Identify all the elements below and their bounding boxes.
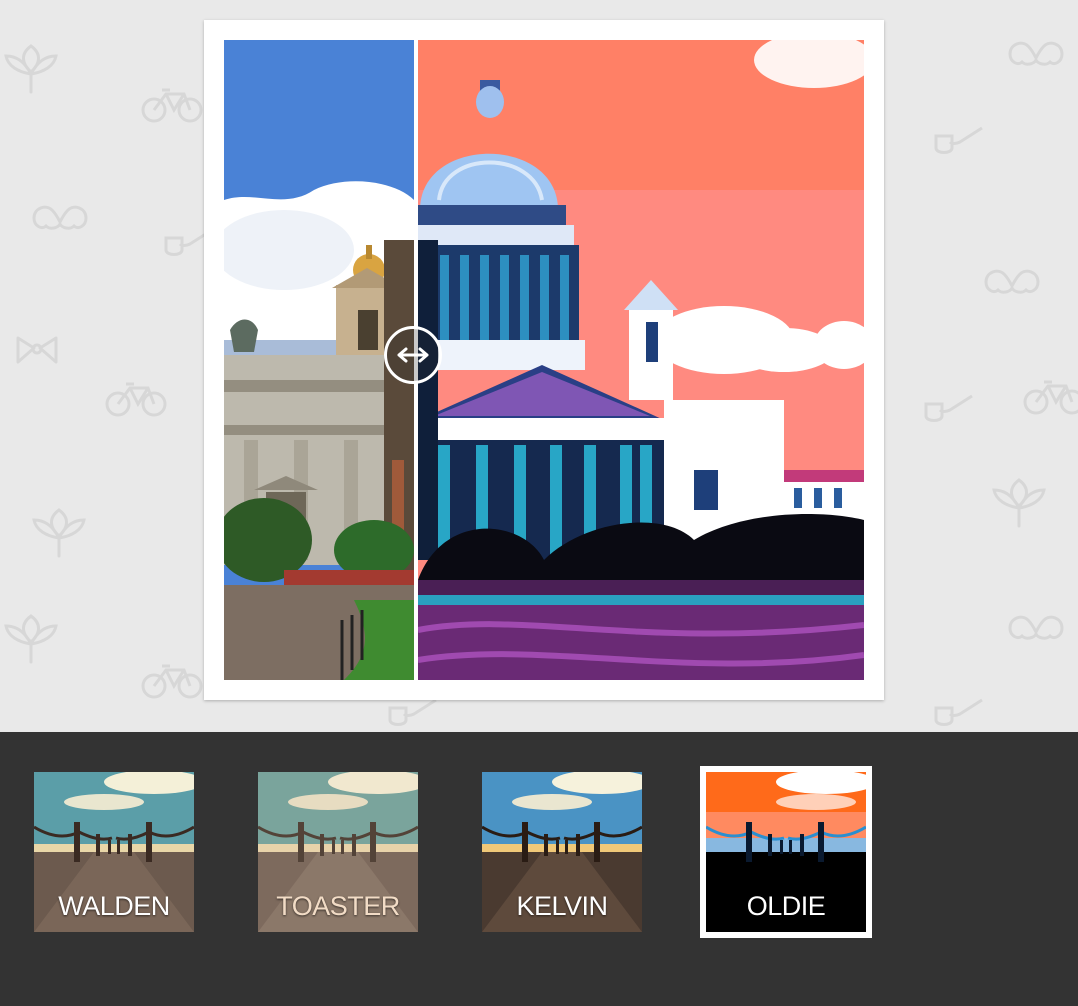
comparison-stage [0,0,1078,732]
filter-label: KELVIN [516,891,608,921]
mustache-icon [1008,615,1064,640]
filter-label: TOASTER [276,891,400,921]
mustache-icon [1008,41,1064,66]
bicycle-icon [141,664,203,699]
pipe-icon [924,394,973,422]
pipe-icon [934,126,983,154]
leaf-icon [4,614,58,664]
mustache-icon [984,269,1040,294]
filter-bar: WALDEN TOASTER KELVIN OLDIE [0,732,1078,1006]
mustache-icon [32,205,88,230]
filter-label: WALDEN [58,891,170,921]
bowtie-icon [16,336,58,364]
filter-thumb-oldie[interactable]: OLDIE [700,766,872,938]
bicycle-icon [1023,380,1078,415]
bicycle-icon [105,382,167,417]
bicycle-icon [141,88,203,123]
leaf-icon [4,44,58,94]
filter-thumb-kelvin[interactable]: KELVIN [482,772,642,932]
compare-photo [224,40,864,680]
leaf-icon [32,508,86,558]
leaf-icon [992,478,1046,528]
filter-thumb-toaster[interactable]: TOASTER [258,772,418,932]
before-after-frame [204,20,884,700]
filter-thumb-walden[interactable]: WALDEN [34,772,194,932]
compare-slider-handle[interactable] [384,326,442,384]
left-right-arrow-icon [397,347,429,363]
pipe-icon [934,698,983,726]
filter-label: OLDIE [746,891,826,921]
